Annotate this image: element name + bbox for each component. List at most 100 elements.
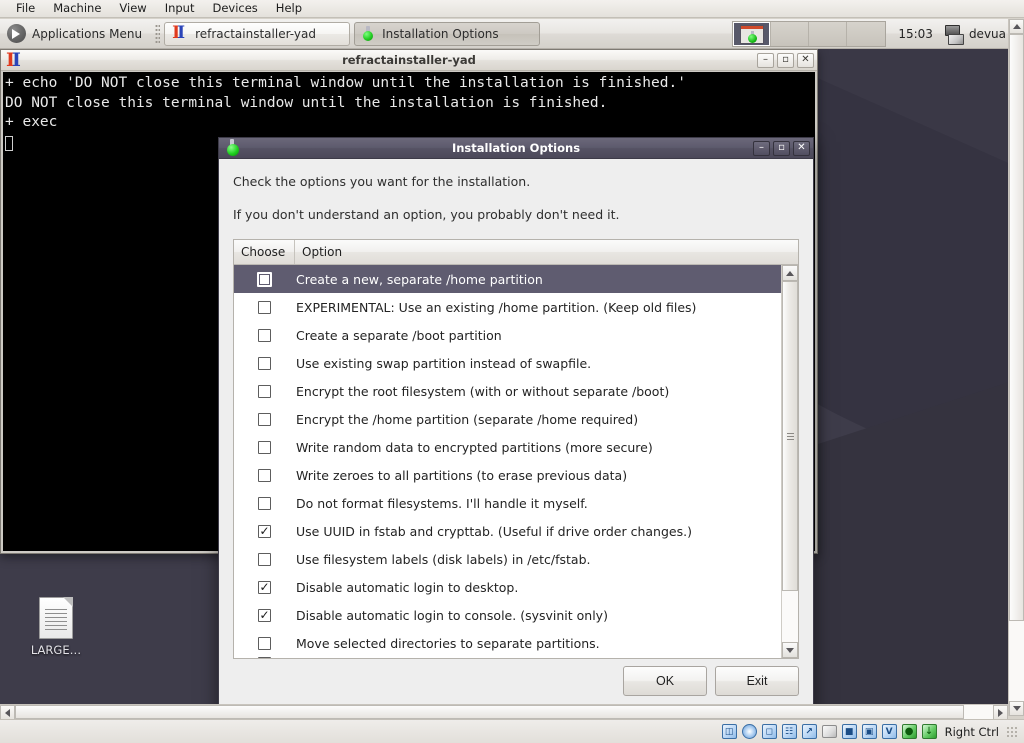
row-label: EXPERIMENTAL: Use an existing /home part… (296, 299, 697, 315)
row-checkbox-cell (234, 412, 295, 426)
table-row[interactable]: Do not format filesystems. I'll handle i… (234, 489, 781, 517)
dialog-intro-line-1: Check the options you want for the insta… (233, 174, 531, 189)
table-row[interactable]: ✓ Use UUID in fstab and crypttab. (Useful… (234, 517, 781, 545)
terminal-title: refractainstaller-yad (342, 53, 476, 67)
mouse-integration-icon[interactable]: ● (901, 723, 918, 740)
table-row[interactable]: Encrypt the /home partition (separate /h… (234, 405, 781, 433)
minimize-button[interactable]: – (757, 52, 774, 68)
floppy-drive-icon[interactable]: ◻ (761, 723, 778, 740)
row-checkbox-cell: ✓ (234, 524, 295, 538)
shared-folders-icon[interactable] (821, 723, 838, 740)
keyboard-capture-icon[interactable]: ↓ (921, 723, 938, 740)
checkbox-checked-icon[interactable]: ✓ (258, 580, 271, 594)
ok-button[interactable]: OK (623, 666, 707, 696)
vm-scroll-right-button[interactable] (993, 705, 1008, 720)
vm-hscrollbar-track[interactable] (15, 705, 993, 719)
checkbox-unchecked-icon[interactable] (258, 440, 271, 454)
row-checkbox-cell (234, 496, 295, 510)
grip-icon (786, 432, 794, 440)
checkbox-unchecked-icon[interactable] (258, 384, 271, 398)
minimize-button[interactable]: – (753, 140, 770, 156)
checkbox-checked-icon[interactable]: ✓ (258, 608, 271, 622)
column-header-option[interactable]: Option (295, 240, 798, 264)
panel-handle[interactable] (155, 23, 161, 44)
checkbox-unchecked-icon[interactable] (257, 271, 272, 287)
task-button-refractainstaller-yad[interactable]: refractainstaller-yad (164, 21, 351, 46)
menu-view[interactable]: View (111, 0, 154, 17)
scrollbar-track[interactable] (782, 281, 798, 642)
column-header-choose[interactable]: Choose (234, 240, 295, 264)
table-row[interactable]: ✓ Disable automatic login to console. (sy… (234, 601, 781, 629)
installation-options-dialog[interactable]: Installation Options – ▫ ✕ Check the opt… (218, 137, 814, 716)
scroll-down-button[interactable] (782, 642, 798, 658)
vm-hscrollbar-thumb[interactable] (15, 705, 964, 719)
virtualbox-statusbar: ◫ ◻ ☷ ↗ ■ ▣ V ● ↓ Right Ctrl (0, 719, 1024, 743)
hard-disk-icon[interactable]: ◫ (721, 723, 738, 740)
table-row[interactable]: Use existing swap partition instead of s… (234, 349, 781, 377)
checkbox-unchecked-icon[interactable] (258, 328, 271, 342)
checkbox-unchecked-icon[interactable] (258, 496, 271, 510)
scroll-up-button[interactable] (782, 265, 798, 281)
display-settings-icon[interactable] (943, 24, 965, 45)
applications-menu-button[interactable]: Applications Menu (2, 21, 151, 47)
table-row[interactable]: EXPERIMENTAL: Use an existing /home part… (234, 293, 781, 321)
checkbox-unchecked-icon[interactable] (258, 300, 271, 314)
panel-user-label[interactable]: devua (969, 27, 1008, 41)
usb-icon[interactable]: ↗ (801, 723, 818, 740)
checkbox-checked-icon[interactable]: ✓ (258, 524, 271, 538)
table-row[interactable]: Write random data to encrypted partition… (234, 433, 781, 461)
checkbox-unchecked-icon[interactable] (258, 468, 271, 482)
table-row[interactable]: Move selected directories to separate pa… (234, 629, 781, 657)
workspace-4[interactable] (847, 21, 886, 46)
options-scrollbar[interactable] (781, 265, 798, 658)
table-row[interactable]: Encrypt the root filesystem (with or wit… (234, 377, 781, 405)
close-button[interactable]: ✕ (797, 52, 814, 68)
workspace-switcher (732, 20, 887, 47)
vm-scroll-up-button[interactable] (1009, 19, 1024, 34)
menu-help[interactable]: Help (268, 0, 310, 17)
menu-file[interactable]: File (8, 0, 43, 17)
table-row[interactable]: Write zeroes to all partitions (to erase… (234, 461, 781, 489)
terminal-titlebar[interactable]: refractainstaller-yad – ▫ ✕ (1, 49, 817, 71)
dialog-titlebar[interactable]: Installation Options – ▫ ✕ (219, 138, 813, 159)
menu-input[interactable]: Input (157, 0, 203, 17)
menu-devices[interactable]: Devices (204, 0, 265, 17)
vm-scroll-left-button[interactable] (0, 705, 15, 720)
panel-clock[interactable]: 15:03 (888, 27, 943, 41)
menu-machine[interactable]: Machine (45, 0, 109, 17)
checkbox-unchecked-icon[interactable] (258, 552, 271, 566)
scrollbar-thumb[interactable] (782, 281, 798, 592)
checkbox-unchecked-icon[interactable] (258, 636, 271, 650)
vm-vertical-scrollbar[interactable] (1008, 19, 1024, 716)
display-icon[interactable]: ■ (841, 723, 858, 740)
maximize-button[interactable]: ▫ (777, 52, 794, 68)
close-button[interactable]: ✕ (793, 140, 810, 156)
chevron-up-icon (1012, 24, 1021, 29)
virtualization-icon[interactable]: V (881, 723, 898, 740)
vm-vscrollbar-track[interactable] (1009, 34, 1024, 701)
table-row[interactable]: Use filesystem labels (disk labels) in /… (234, 545, 781, 573)
row-checkbox-cell (234, 440, 295, 454)
vm-scroll-down-button[interactable] (1009, 701, 1024, 716)
workspace-2[interactable] (771, 21, 810, 46)
table-row[interactable]: ✓ Disable automatic login to desktop. (234, 573, 781, 601)
desktop-icon-large[interactable]: LARGE… (14, 597, 98, 657)
vm-vscrollbar-thumb[interactable] (1009, 34, 1024, 621)
row-label: Use filesystem labels (disk labels) in /… (296, 551, 591, 567)
checkbox-unchecked-icon[interactable] (258, 356, 271, 370)
workspace-1[interactable] (733, 21, 772, 46)
checkbox-unchecked-icon[interactable] (258, 412, 271, 426)
workspace-3[interactable] (809, 21, 848, 46)
task-button-installation-options[interactable]: Installation Options (354, 21, 541, 46)
table-row[interactable]: Create a new, separate /home partition (234, 265, 781, 293)
table-row[interactable]: Create a separate /boot partition (234, 321, 781, 349)
vm-horizontal-scrollbar[interactable] (0, 704, 1008, 720)
recording-icon[interactable]: ▣ (861, 723, 878, 740)
maximize-button[interactable]: ▫ (773, 140, 790, 156)
network-icon[interactable]: ☷ (781, 723, 798, 740)
row-label: Encrypt the root filesystem (with or wit… (296, 383, 670, 399)
resize-grip-icon[interactable] (1006, 725, 1018, 738)
exit-button[interactable]: Exit (715, 666, 799, 696)
optical-drive-icon[interactable] (741, 723, 758, 740)
options-table[interactable]: Choose Option Create a new, separate /ho… (233, 239, 799, 659)
